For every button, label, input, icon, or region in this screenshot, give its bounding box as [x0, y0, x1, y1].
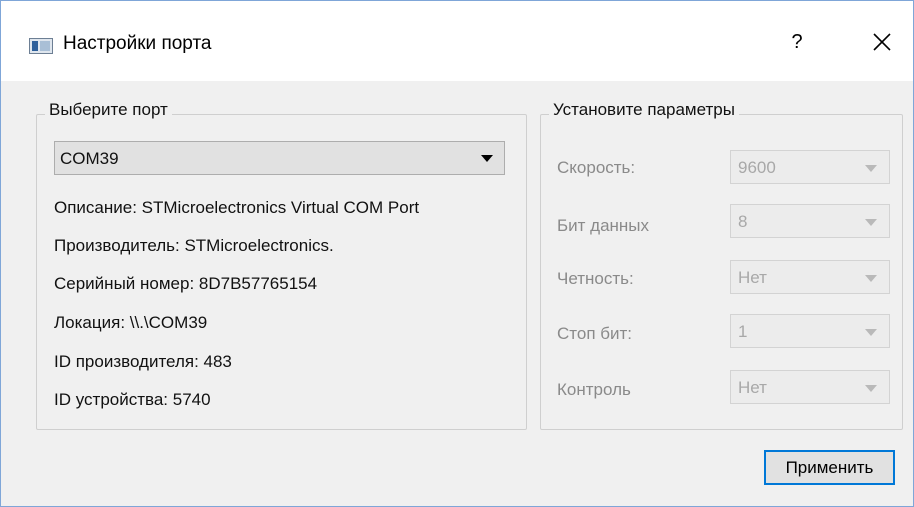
dialog-window: Настройки порта ? Выберите порт COM39 Оп… — [0, 0, 914, 507]
data-bits-select[interactable]: 8 — [730, 204, 890, 238]
info-location: Локация: \\.\COM39 — [54, 313, 208, 332]
flow-control-select[interactable]: Нет — [730, 370, 890, 404]
window-icon — [29, 38, 53, 54]
flow-control-label: Контроль — [557, 380, 631, 399]
port-group-title: Выберите порт — [45, 100, 172, 120]
info-description: Описание: STMicroelectronics Virtual COM… — [54, 198, 420, 217]
data-bits-value: 8 — [738, 212, 748, 231]
chevron-down-icon — [865, 385, 877, 392]
info-manufacturer: Производитель: STMicroelectronics. — [54, 236, 334, 255]
apply-button[interactable]: Применить — [764, 450, 895, 485]
parity-label: Четность: — [557, 269, 634, 288]
speed-select[interactable]: 9600 — [730, 150, 890, 184]
chevron-down-icon — [865, 329, 877, 336]
speed-value: 9600 — [738, 158, 776, 177]
stop-bits-label: Стоп бит: — [557, 324, 632, 343]
info-product-id: ID устройства: 5740 — [54, 390, 211, 409]
info-vendor-id: ID производителя: 483 — [54, 352, 232, 371]
speed-label: Скорость: — [557, 158, 636, 177]
chevron-down-icon — [865, 165, 877, 172]
title-bar: Настройки порта ? — [1, 1, 913, 81]
close-button[interactable] — [869, 29, 895, 55]
port-select[interactable]: COM39 — [54, 141, 505, 175]
flow-control-value: Нет — [738, 378, 767, 397]
chevron-down-icon — [481, 155, 493, 162]
data-bits-label: Бит данных — [557, 216, 650, 235]
close-icon — [873, 33, 891, 51]
port-select-value: COM39 — [60, 149, 119, 168]
params-group-title: Установите параметры — [549, 100, 739, 120]
window-title: Настройки порта — [63, 33, 212, 54]
parity-value: Нет — [738, 268, 767, 287]
stop-bits-select[interactable]: 1 — [730, 314, 890, 348]
chevron-down-icon — [865, 219, 877, 226]
info-serial: Серийный номер: 8D7B57765154 — [54, 274, 318, 293]
help-button[interactable]: ? — [787, 31, 807, 55]
chevron-down-icon — [865, 275, 877, 282]
parity-select[interactable]: Нет — [730, 260, 890, 294]
stop-bits-value: 1 — [738, 322, 748, 341]
